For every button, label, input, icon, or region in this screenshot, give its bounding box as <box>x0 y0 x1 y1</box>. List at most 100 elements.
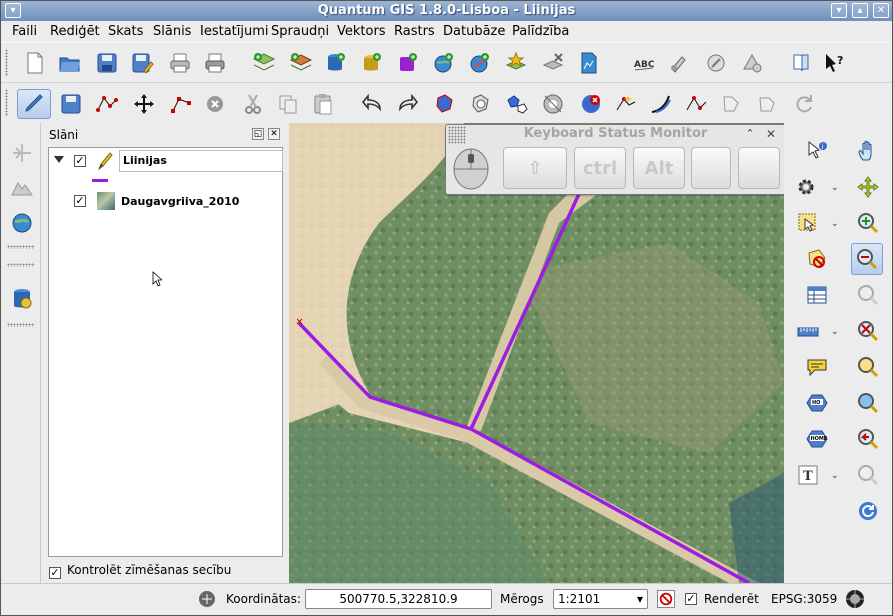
zoom-next-icon[interactable] <box>854 461 882 489</box>
zoom-to-layer-icon[interactable] <box>854 353 882 381</box>
add-part-icon[interactable] <box>503 90 531 118</box>
db-manager-icon[interactable] <box>10 287 34 311</box>
print-composer-icon[interactable] <box>166 49 194 77</box>
layer-item[interactable]: ✓ Daugavgriiva_2010 <box>49 190 282 212</box>
rotate-point-symbols-icon[interactable] <box>790 90 818 118</box>
cut-features-icon[interactable] <box>239 90 267 118</box>
open-project-icon[interactable] <box>56 49 84 77</box>
merge-attributes-icon[interactable] <box>754 90 782 118</box>
attribute-table-icon[interactable] <box>803 281 831 309</box>
georeferencer-icon[interactable] <box>10 211 34 235</box>
refresh-icon[interactable] <box>854 497 882 525</box>
render-checkbox[interactable]: ✓ <box>685 593 697 605</box>
chevron-down-icon[interactable]: ⌄ <box>831 328 841 337</box>
layer-tree[interactable]: ✓ Liinijas ✓ Daugavgriiva_2010 <box>48 147 283 557</box>
simplify-feature-icon[interactable] <box>431 90 459 118</box>
move-feature-icon[interactable] <box>130 90 158 118</box>
add-vector-layer-icon[interactable] <box>250 49 278 77</box>
gear-icon[interactable] <box>792 173 820 201</box>
layer-visibility-checkbox[interactable]: ✓ <box>74 195 86 207</box>
remove-layer-icon[interactable] <box>539 49 567 77</box>
panel-close-button[interactable]: ✕ <box>268 128 280 140</box>
layer-visibility-checkbox[interactable]: ✓ <box>74 155 86 167</box>
plugin-one-icon[interactable] <box>664 49 692 77</box>
toolbar-grip[interactable] <box>5 49 8 77</box>
close-icon[interactable]: ✕ <box>764 127 778 141</box>
gps-icon[interactable] <box>10 141 34 165</box>
stop-render-icon[interactable] <box>657 590 675 608</box>
add-spatialite-layer-icon[interactable] <box>357 49 385 77</box>
save-edits-icon[interactable] <box>57 90 85 118</box>
redo-icon[interactable] <box>394 90 422 118</box>
select-identify-icon[interactable]: i <box>803 137 831 165</box>
toolbar-grip[interactable] <box>7 245 35 249</box>
node-tool-icon[interactable] <box>167 90 195 118</box>
minimize-button[interactable]: ▾ <box>831 3 847 18</box>
new-bookmark-icon[interactable]: HO <box>803 389 831 417</box>
zoom-to-native-icon[interactable] <box>854 389 882 417</box>
map-tips-icon[interactable] <box>803 353 831 381</box>
paste-features-icon[interactable] <box>309 90 337 118</box>
composer-manager-icon[interactable] <box>201 49 229 77</box>
deselect-features-icon[interactable] <box>803 245 831 273</box>
add-mssql-layer-icon[interactable] <box>393 49 421 77</box>
menu-slanis[interactable]: Slānis <box>153 24 191 39</box>
copy-features-icon[interactable] <box>274 90 302 118</box>
delete-part-icon[interactable] <box>577 90 605 118</box>
expand-arrow-icon[interactable] <box>54 156 64 163</box>
panel-float-button[interactable]: ◱ <box>252 128 264 140</box>
scale-combobox[interactable]: 1:2101 ▾ <box>553 589 648 609</box>
save-as-icon[interactable] <box>128 49 156 77</box>
zoom-full-icon[interactable] <box>854 281 882 309</box>
chevron-down-icon[interactable]: ⌄ <box>831 472 841 481</box>
plugin-three-icon[interactable] <box>738 49 766 77</box>
help-contents-icon[interactable] <box>787 49 815 77</box>
coordinate-capture-icon[interactable] <box>197 588 217 610</box>
measure-line-icon[interactable] <box>794 317 822 345</box>
text-annotation-icon[interactable]: T <box>794 461 822 489</box>
toggle-editing-icon[interactable] <box>17 89 51 119</box>
pan-hand-icon[interactable] <box>854 137 882 165</box>
offset-curve-icon[interactable] <box>647 90 675 118</box>
add-postgis-layer-icon[interactable] <box>321 49 349 77</box>
close-button[interactable]: ✕ <box>873 3 889 18</box>
render-order-row[interactable]: ✓ Kontrolēt zīmēšanas secību <box>49 563 231 579</box>
show-bookmarks-icon[interactable]: HOME <box>803 425 831 453</box>
maximize-button[interactable]: ▴ <box>852 3 868 18</box>
terrain-icon[interactable] <box>10 175 34 199</box>
labeling-icon[interactable]: ABC <box>630 49 658 77</box>
menu-spraudni[interactable]: Spraudņi <box>271 24 329 39</box>
add-raster-layer-icon[interactable] <box>287 49 315 77</box>
new-project-icon[interactable] <box>21 49 49 77</box>
zoom-out-icon[interactable] <box>851 243 883 275</box>
delete-ring-icon[interactable] <box>539 90 567 118</box>
chevron-down-icon[interactable]: ⌄ <box>831 220 841 229</box>
select-features-icon[interactable] <box>794 209 822 237</box>
render-order-checkbox[interactable]: ✓ <box>49 567 61 579</box>
add-wfs-layer-icon[interactable] <box>502 49 530 77</box>
menu-iestatijumi[interactable]: Iestatījumi <box>200 24 269 39</box>
plugin-two-icon[interactable] <box>702 49 730 77</box>
chevron-down-icon[interactable]: ▾ <box>637 590 643 608</box>
toolbar-grip[interactable] <box>5 89 8 117</box>
menu-faili[interactable]: Faili <box>12 24 37 39</box>
crs-status[interactable]: EPSG:3059 <box>771 592 837 606</box>
chevron-down-icon[interactable]: ⌄ <box>831 184 841 193</box>
save-project-icon[interactable] <box>93 49 121 77</box>
zoom-last-icon[interactable] <box>854 425 882 453</box>
whats-this-icon[interactable]: ? <box>821 49 849 77</box>
projection-icon[interactable] <box>844 588 866 610</box>
zoom-in-icon[interactable] <box>854 209 882 237</box>
new-shapefile-layer-icon[interactable] <box>575 49 603 77</box>
toolbar-grip[interactable] <box>7 263 35 267</box>
menu-vektors[interactable]: Vektors <box>337 24 386 39</box>
delete-selected-icon[interactable] <box>201 90 229 118</box>
collapse-icon[interactable]: ⌃ <box>743 127 757 141</box>
menu-rastrs[interactable]: Rastrs <box>394 24 435 39</box>
toolbar-grip[interactable] <box>7 323 35 327</box>
add-wcs-layer-icon[interactable] <box>465 49 493 77</box>
merge-features-icon[interactable] <box>717 90 745 118</box>
split-features-icon[interactable] <box>682 90 710 118</box>
coordinates-field[interactable]: 500770.5,322810.9 <box>305 589 492 609</box>
add-ring-icon[interactable] <box>467 90 495 118</box>
